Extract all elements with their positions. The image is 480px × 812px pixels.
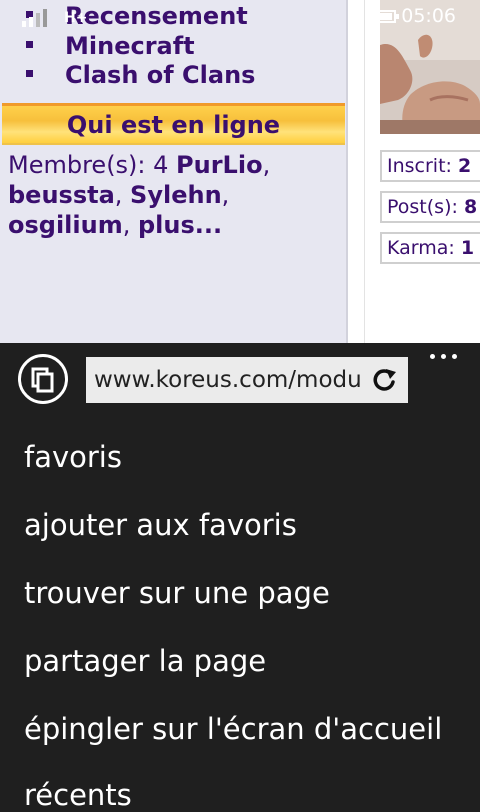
online-members: Membre(s): 4 PurLio, beussta, Sylehn, os… [8, 151, 271, 239]
member-link[interactable]: beussta [8, 181, 115, 209]
tabs-button[interactable] [18, 354, 68, 404]
online-section-header: Qui est en ligne [2, 103, 345, 145]
more-members-link[interactable]: plus... [138, 211, 222, 239]
battery-icon [368, 10, 399, 23]
left-column: Recensement Minecraft Clash of Clans Qui… [0, 0, 348, 343]
url-input[interactable] [94, 363, 362, 397]
tabs-icon [31, 367, 54, 393]
menu-recent[interactable]: récents [24, 778, 132, 812]
menu-pin-to-start[interactable]: épingler sur l'écran d'accueil [24, 712, 442, 746]
bullet-icon [26, 69, 33, 77]
members-count: Membre(s): 4 [8, 151, 169, 179]
refresh-icon[interactable] [370, 366, 398, 394]
member-link[interactable]: PurLio [176, 151, 263, 179]
web-content: Recensement Minecraft Clash of Clans Qui… [0, 0, 480, 343]
menu-item-label: Minecraft [65, 32, 195, 60]
bullet-icon [26, 40, 33, 48]
network-type: H+ [64, 10, 88, 26]
menu-item-label: Clash of Clans [65, 61, 256, 89]
address-bar[interactable] [86, 357, 408, 403]
stat-registered: Inscrit: 2 [380, 150, 480, 182]
menu-share-page[interactable]: partager la page [24, 644, 266, 678]
status-bar: H+ 05:06 [0, 0, 480, 32]
menu-item-minecraft[interactable]: Minecraft [26, 32, 195, 60]
stat-karma: Karma: 1 [380, 232, 480, 264]
more-icon [430, 354, 435, 359]
menu-find-on-page[interactable]: trouver sur une page [24, 576, 330, 610]
member-link[interactable]: osgilium [8, 211, 123, 239]
member-link[interactable]: Sylehn [130, 181, 222, 209]
menu-favorites[interactable]: favoris [24, 440, 122, 474]
clock: 05:06 [401, 5, 456, 27]
stat-posts: Post(s): 8 [380, 191, 480, 223]
more-options-button[interactable] [428, 350, 460, 366]
menu-item-clash-of-clans[interactable]: Clash of Clans [26, 61, 255, 89]
menu-add-favorite[interactable]: ajouter aux favoris [24, 508, 297, 542]
signal-icon [22, 9, 47, 27]
